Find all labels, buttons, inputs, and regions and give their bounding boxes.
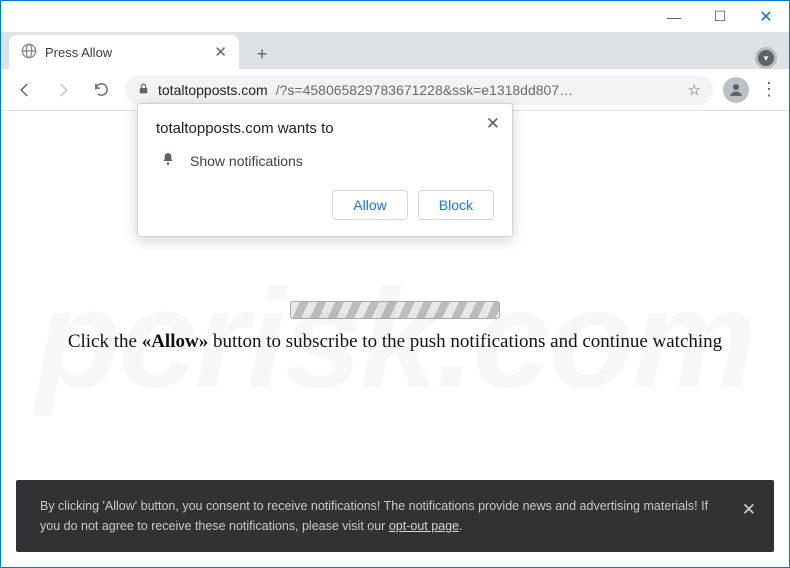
new-tab-button[interactable]: +: [247, 39, 277, 69]
window-close-button[interactable]: ✕: [743, 1, 789, 32]
profile-avatar-button[interactable]: [723, 77, 749, 103]
permission-title: totaltopposts.com wants to: [156, 120, 494, 137]
nav-back-button[interactable]: [11, 81, 39, 99]
consent-banner: By clicking 'Allow' button, you consent …: [16, 480, 774, 552]
window-minimize-button[interactable]: —: [651, 1, 697, 32]
url-domain: totaltopposts.com: [158, 82, 268, 98]
opt-out-link[interactable]: opt-out page: [389, 519, 459, 533]
fake-progress-bar: [290, 301, 500, 319]
notification-permission-prompt: ✕ totaltopposts.com wants to Show notifi…: [137, 103, 513, 237]
chrome-menu-button[interactable]: ⋮: [759, 79, 779, 100]
bookmark-star-icon[interactable]: ☆: [688, 81, 701, 99]
address-bar[interactable]: totaltopposts.com /?s=458065829783671228&…: [125, 75, 713, 105]
url-path: /?s=458065829783671228&ssk=e1318dd807…: [276, 82, 573, 98]
allow-button[interactable]: Allow: [332, 190, 407, 220]
globe-icon: [21, 43, 37, 62]
window-maximize-button[interactable]: ☐: [697, 1, 743, 32]
permission-line: Show notifications: [190, 153, 303, 169]
browser-tab[interactable]: Press Allow ✕: [9, 35, 239, 69]
tab-title: Press Allow: [45, 45, 112, 60]
block-button[interactable]: Block: [418, 190, 494, 220]
permission-close-button[interactable]: ✕: [486, 114, 500, 134]
incognito-icon[interactable]: [755, 47, 777, 69]
nav-reload-button[interactable]: [87, 81, 115, 98]
consent-text: By clicking 'Allow' button, you consent …: [40, 499, 708, 533]
tab-close-button[interactable]: ✕: [214, 45, 227, 60]
nav-forward-button[interactable]: [49, 81, 77, 99]
lock-icon: [137, 82, 150, 98]
consent-close-button[interactable]: ✕: [742, 496, 756, 523]
bell-icon: [160, 151, 176, 170]
page-instruction: Click the «Allow» button to subscribe to…: [1, 331, 789, 353]
